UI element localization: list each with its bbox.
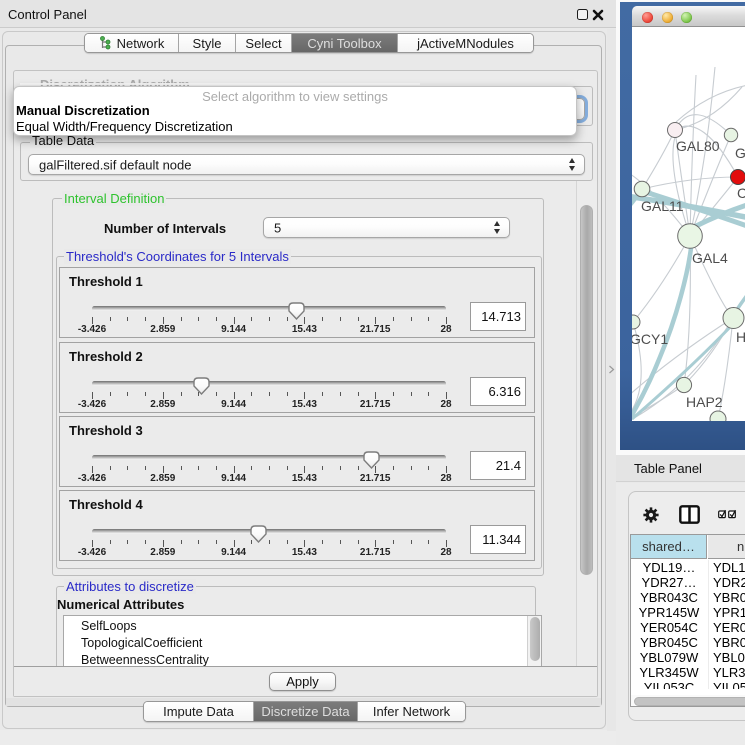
svg-text:HAP2: HAP2: [686, 394, 723, 410]
svg-text:GCY1: GCY1: [632, 331, 668, 347]
svg-text:GAL4: GAL4: [692, 250, 728, 266]
svg-text:GAL11: GAL11: [641, 198, 684, 214]
svg-text:H: H: [736, 329, 745, 345]
svg-text:GA: GA: [735, 145, 745, 161]
svg-text:GAL80: GAL80: [676, 138, 720, 154]
svg-text:C: C: [737, 185, 745, 201]
